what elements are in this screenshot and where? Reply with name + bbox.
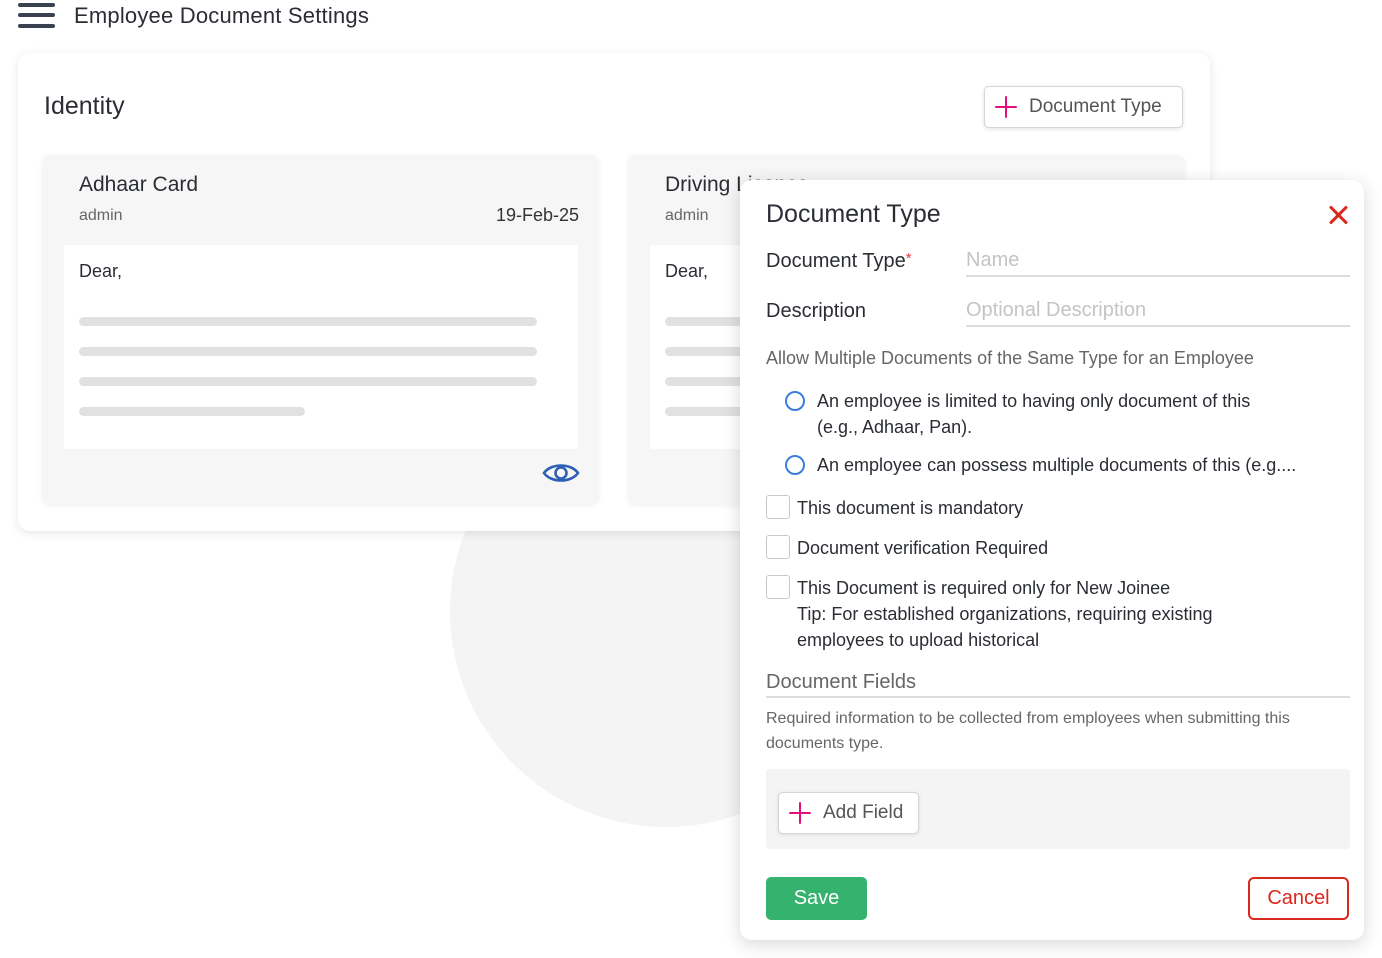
cancel-button[interactable]: Cancel <box>1248 877 1349 920</box>
view-eye-icon[interactable] <box>542 460 580 486</box>
document-fields-area: Add Field <box>766 769 1350 849</box>
section-title: Identity <box>44 92 125 120</box>
add-document-type-label: Document Type <box>1029 96 1162 117</box>
checkbox[interactable] <box>766 575 790 599</box>
save-button[interactable]: Save <box>766 877 867 920</box>
radio-single-document[interactable]: An employee is limited to having only do… <box>785 388 1250 440</box>
plus-icon <box>789 802 811 824</box>
checkbox-label: This document is mandatory <box>797 498 1024 518</box>
card-preview: Dear, <box>64 245 578 449</box>
modal-title: Document Type <box>766 200 941 228</box>
radio-label: An employee can possess multiple documen… <box>817 455 1297 475</box>
close-icon[interactable] <box>1328 205 1348 225</box>
add-document-type-button[interactable]: Document Type <box>984 86 1183 128</box>
placeholder-line <box>79 407 305 416</box>
hamburger-menu-icon[interactable] <box>18 2 56 30</box>
radio-label: An employee is limited to having only do… <box>817 391 1251 437</box>
checkbox[interactable] <box>766 535 790 559</box>
checkbox[interactable] <box>766 495 790 519</box>
checkbox-label: This Document is required only for New J… <box>797 575 1213 653</box>
allow-multiple-title: Allow Multiple Documents of the Same Typ… <box>766 348 1254 368</box>
description-field-label: Description <box>766 300 867 322</box>
placeholder-line <box>79 377 537 386</box>
document-type-field-label: Document Type* <box>766 250 912 272</box>
placeholder-line <box>79 317 537 326</box>
checkbox-tip: employees to upload historical <box>797 630 1040 650</box>
card-owner: admin <box>665 207 709 224</box>
document-fields-title: Document Fields <box>766 671 1350 698</box>
description-input[interactable] <box>966 295 1350 327</box>
checkbox-tip: Tip: For established organizations, requ… <box>797 604 1213 624</box>
add-field-button[interactable]: Add Field <box>778 792 919 834</box>
card-owner: admin <box>79 207 123 224</box>
document-type-name-input[interactable] <box>966 245 1350 277</box>
checkbox-mandatory[interactable]: This document is mandatory <box>766 495 1023 521</box>
card-greeting: Dear, <box>79 261 123 281</box>
document-card-adhaar[interactable]: Adhaar Card admin 19-Feb-25 Dear, <box>42 155 599 505</box>
required-asterisk: * <box>905 250 912 267</box>
placeholder-line <box>79 347 537 356</box>
checkbox-new-joinee-only[interactable]: This Document is required only for New J… <box>766 575 1213 653</box>
document-fields-description: Required information to be collected fro… <box>766 710 1290 752</box>
card-date: 19-Feb-25 <box>495 205 579 225</box>
document-type-modal: Document Type Document Type* Description… <box>740 180 1364 940</box>
checkbox-label: Document verification Required <box>797 538 1049 558</box>
top-bar: Employee Document Settings <box>0 0 700 36</box>
radio-button[interactable] <box>785 391 805 411</box>
add-field-label: Add Field <box>823 802 904 823</box>
card-title: Adhaar Card <box>79 173 199 196</box>
plus-icon <box>995 96 1017 118</box>
radio-multiple-documents[interactable]: An employee can possess multiple documen… <box>785 452 1296 478</box>
page-title: Employee Document Settings <box>74 3 370 28</box>
radio-button[interactable] <box>785 455 805 475</box>
card-greeting: Dear, <box>665 261 709 281</box>
checkbox-verification-required[interactable]: Document verification Required <box>766 535 1048 561</box>
